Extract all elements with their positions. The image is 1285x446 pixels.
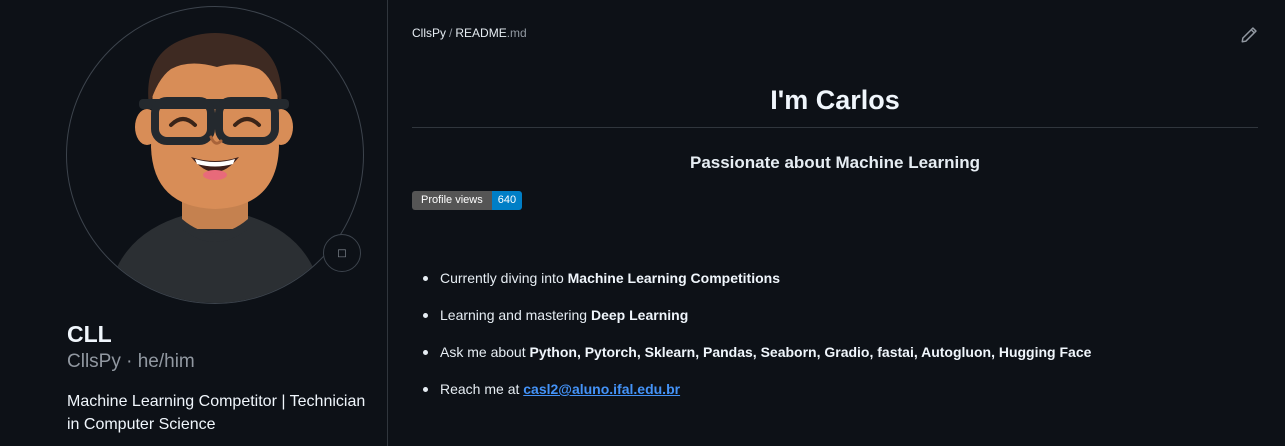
title-divider	[412, 127, 1258, 128]
pronouns: he/him	[137, 351, 195, 372]
about-list: Currently diving into Machine Learning C…	[412, 260, 1091, 408]
username: CllsPy	[67, 351, 121, 372]
badge-value: 640	[491, 191, 523, 210]
avatar[interactable]	[66, 6, 364, 304]
bullet	[423, 276, 428, 281]
readme-title: I'm Carlos	[770, 85, 900, 115]
breadcrumb-file[interactable]: README	[455, 26, 506, 40]
badge-label: Profile views	[412, 191, 492, 210]
profile-username-line: CllsPy · he/him	[67, 351, 195, 373]
edit-readme-button[interactable]	[1240, 26, 1258, 44]
avatar-illustration	[107, 33, 323, 303]
bullet	[423, 313, 428, 318]
breadcrumb-extension: .md	[506, 26, 527, 40]
smiley-icon: □	[337, 247, 347, 259]
readme-subtitle: Passionate about Machine Learning	[689, 153, 980, 172]
list-item: Ask me about Python, Pytorch, Sklearn, P…	[412, 334, 1091, 371]
readme-breadcrumb: CllsPy / README.md	[412, 26, 527, 40]
profile-sidebar: □ CLL CllsPy · he/him Machine Learning C…	[0, 0, 388, 446]
profile-name: CLL	[67, 321, 112, 347]
profile-bio: Machine Learning Competitor | Technician…	[67, 393, 366, 433]
set-status-button[interactable]: □	[323, 234, 361, 272]
profile-views-badge[interactable]: Profile views 640	[412, 191, 523, 210]
breadcrumb-owner[interactable]: CllsPy	[412, 26, 446, 40]
bullet	[423, 387, 428, 392]
list-item: Reach me at casl2@aluno.ifal.edu.br	[412, 371, 1091, 408]
pencil-icon	[1241, 27, 1257, 43]
breadcrumb-separator: /	[449, 26, 453, 40]
readme-panel: CllsPy / README.md I'm Carlos Passionate a…	[388, 0, 1285, 446]
bullet	[423, 350, 428, 355]
separator-dot: ·	[126, 351, 133, 372]
email-link[interactable]: casl2@aluno.ifal.edu.br	[523, 381, 680, 397]
list-item: Learning and mastering Deep Learning	[412, 297, 1091, 334]
list-item: Currently diving into Machine Learning C…	[412, 260, 1091, 297]
